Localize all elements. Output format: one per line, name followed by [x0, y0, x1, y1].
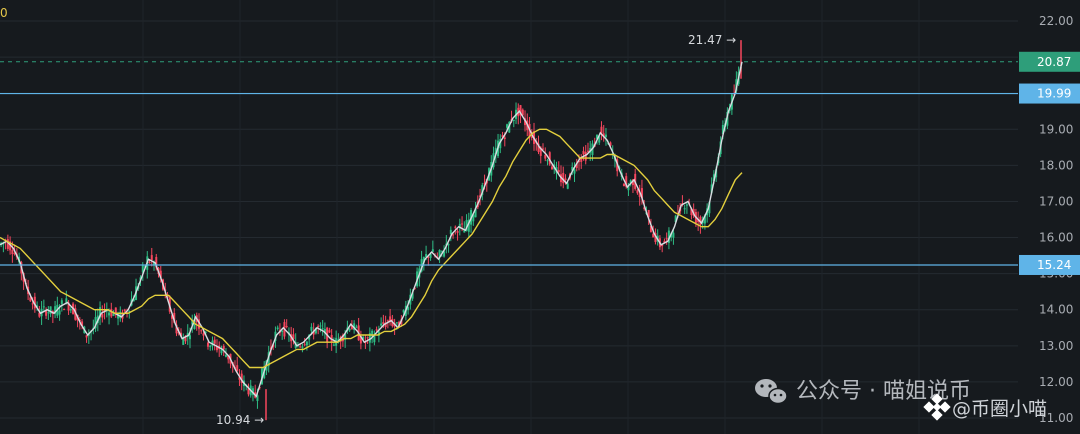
candle-body — [285, 326, 288, 328]
y-tick-label: 17.00 — [1039, 194, 1073, 208]
candle-body — [622, 183, 625, 187]
candle-body — [328, 330, 331, 333]
candle-body — [202, 333, 205, 336]
candle-body — [150, 255, 153, 261]
candle-body — [11, 250, 14, 255]
candle-body — [512, 119, 515, 122]
candle-body — [303, 344, 306, 346]
candle-body — [566, 183, 569, 189]
candle-body — [281, 330, 284, 332]
candle-body — [380, 323, 383, 326]
y-tick-label: 19.00 — [1039, 122, 1073, 136]
candle-body — [546, 160, 549, 162]
candle-body — [220, 349, 223, 354]
candle-body — [200, 330, 203, 332]
candle-body — [332, 344, 335, 346]
candle-body — [582, 151, 585, 155]
candle-body — [636, 190, 639, 194]
chart-background — [0, 0, 1080, 434]
price-chart[interactable]: 11.0012.0013.0014.0015.0016.0017.0018.00… — [0, 0, 1080, 434]
candle-body — [452, 234, 455, 236]
y-tick-label: 12.00 — [1039, 375, 1073, 389]
candle-body — [395, 322, 398, 324]
candle-body — [604, 134, 607, 138]
y-tick-label: 16.00 — [1039, 231, 1073, 245]
candle-body — [544, 155, 547, 159]
candle-body — [60, 300, 63, 305]
candle-body — [447, 244, 450, 246]
low-label: 10.94 → — [216, 413, 264, 427]
candle-body — [69, 309, 72, 311]
candle-body — [236, 365, 239, 371]
candle-body — [49, 306, 52, 314]
candle-body — [108, 312, 111, 316]
candle-body — [310, 326, 313, 331]
candle-body — [188, 335, 191, 340]
candle-body — [665, 238, 668, 240]
candle-body — [148, 262, 151, 264]
candle-body — [503, 137, 506, 140]
candle-body — [299, 346, 302, 348]
binance-account-text: @币圈小喵 — [952, 398, 1047, 420]
candle-body — [431, 249, 434, 252]
candle-body — [276, 327, 279, 330]
candle-body — [63, 309, 66, 311]
candle-body — [672, 232, 675, 238]
candle-body — [506, 124, 509, 128]
candle-body — [564, 178, 567, 181]
candle-body — [123, 309, 126, 312]
candle-body — [355, 326, 358, 328]
candle-body — [580, 158, 583, 162]
level-upper-badge-label: 19.99 — [1037, 87, 1071, 101]
candle-body — [58, 310, 61, 315]
candle-body — [348, 328, 351, 331]
y-tick-label: 13.00 — [1039, 339, 1073, 353]
y-tick-label: 22.00 — [1039, 14, 1073, 28]
candle-body — [685, 204, 688, 206]
candle-body — [47, 312, 50, 314]
candle-body — [456, 231, 459, 233]
candle-body — [317, 326, 320, 328]
candle-body — [101, 314, 104, 318]
candle-body — [454, 226, 457, 228]
candle-body — [402, 310, 405, 313]
candle-body — [206, 342, 209, 347]
candle-body — [557, 169, 560, 173]
candle-body — [683, 208, 686, 210]
candle-body — [110, 308, 113, 317]
candle-body — [301, 346, 304, 348]
candle-body — [213, 339, 216, 344]
top-left-fragment: 0 — [0, 6, 8, 20]
candle-body — [224, 354, 227, 357]
candle-body — [319, 325, 322, 327]
candle-body — [573, 169, 576, 174]
candle-body — [305, 341, 308, 346]
candle-body — [584, 152, 587, 161]
candle-body — [42, 306, 45, 308]
wechat-account-text: 公众号 · 喵姐说币 — [796, 379, 971, 404]
candle-body — [551, 166, 554, 170]
level-lower-badge-label: 15.24 — [1037, 258, 1071, 272]
candle-body — [321, 328, 324, 330]
y-tick-label: 14.00 — [1039, 303, 1073, 317]
candle-body — [461, 223, 464, 225]
y-tick-label: 18.00 — [1039, 158, 1073, 172]
candle-body — [375, 329, 378, 331]
candle-body — [31, 303, 34, 305]
candle-body — [209, 345, 212, 348]
candle-body — [366, 337, 369, 339]
high-label: 21.47 → — [688, 33, 736, 47]
current-price-badge-label: 20.87 — [1037, 55, 1071, 69]
candle-body — [85, 335, 88, 338]
